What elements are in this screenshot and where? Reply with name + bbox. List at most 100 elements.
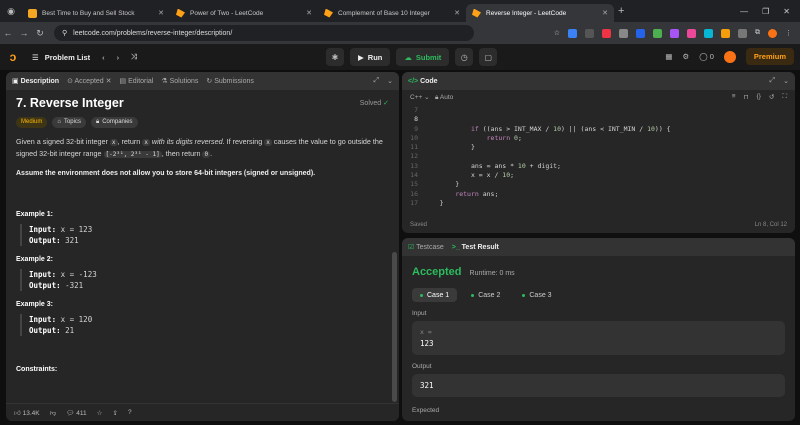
companies-chip[interactable]: 🔒︎ Companies: [90, 117, 138, 128]
code-line[interactable]: return ans;: [424, 190, 671, 199]
reset-icon[interactable]: ↺: [769, 93, 774, 101]
like-button[interactable]: 👍︎ 13.4K: [14, 409, 40, 417]
extension-icon[interactable]: [687, 28, 696, 38]
close-window-icon[interactable]: ✕: [783, 7, 790, 16]
language-selector[interactable]: C++ ⌄ 🔒︎ Auto: [410, 93, 453, 102]
extension-icon[interactable]: [670, 28, 679, 38]
braces-icon[interactable]: {}: [757, 93, 761, 101]
code-line[interactable]: return 0;: [424, 134, 671, 143]
avatar[interactable]: [723, 50, 736, 63]
close-icon[interactable]: ✕: [306, 9, 312, 17]
extension-icon[interactable]: [636, 28, 645, 38]
like-count: 13.4K: [22, 409, 40, 417]
new-tab-icon[interactable]: +: [618, 5, 624, 17]
expand-icon[interactable]: ⤢: [374, 77, 380, 85]
browser-tab-1[interactable]: Best Time to Buy and Sell Stock ✕: [22, 4, 170, 22]
chevron-left-icon[interactable]: ‹: [102, 53, 105, 62]
collapse-icon[interactable]: ⌄: [783, 77, 789, 85]
topics-chip[interactable]: ⌂ Topics: [52, 117, 86, 128]
code-editor[interactable]: 7 8 9 10 11 12 13 14 15 16 17 if ((ans > INT_MAX /…: [402, 104, 795, 208]
extension-icon[interactable]: [704, 28, 713, 38]
language-value: C++: [410, 93, 423, 101]
leetcode-logo-icon[interactable]: ↄ: [0, 44, 26, 70]
browser-menu-icon[interactable]: ⋮: [785, 29, 792, 38]
extensions-puzzle-icon[interactable]: ⧉: [755, 29, 760, 38]
site-info-icon[interactable]: ⚲: [62, 29, 67, 37]
code-line[interactable]: x = x / 10;: [424, 171, 671, 180]
description-scrollbar[interactable]: [392, 252, 397, 402]
tab-submissions[interactable]: ↻ Submissions: [206, 77, 254, 85]
browser-tab-3[interactable]: Complement of Base 10 Integer ✕: [318, 4, 466, 22]
comments-button[interactable]: 💬︎ 411: [66, 409, 86, 417]
tab-code[interactable]: </> Code: [408, 78, 438, 85]
source-code[interactable]: if ((ans > INT_MAX / 10) || (ans < INT_M…: [424, 106, 671, 208]
extension-icon[interactable]: [619, 28, 628, 38]
settings-gear-icon[interactable]: ⚙: [683, 52, 690, 61]
extension-icon[interactable]: [721, 28, 730, 38]
case-tab-3[interactable]: Case 3: [514, 288, 559, 302]
layout-grid-icon[interactable]: ▦: [665, 52, 672, 61]
submit-button[interactable]: ☁ Submit: [396, 48, 450, 66]
case-tab-1[interactable]: Case 1: [412, 288, 458, 302]
code-line[interactable]: if ((ans > INT_MAX / 10) || (ans < INT_M…: [424, 125, 671, 134]
close-icon[interactable]: ✕: [454, 9, 460, 17]
header-right: ▦ ⚙ ◯ 0 Premium: [665, 48, 794, 65]
chevron-right-icon[interactable]: ›: [117, 53, 120, 62]
close-icon[interactable]: ✕: [602, 9, 608, 17]
fullscreen-icon[interactable]: ⛶: [782, 93, 787, 101]
format-icon[interactable]: ≡: [732, 93, 736, 101]
debug-icon[interactable]: ✱: [326, 48, 344, 66]
shuffle-icon[interactable]: ⤨: [131, 52, 137, 62]
tab-title: Best Time to Buy and Sell Stock: [42, 9, 135, 17]
forward-icon[interactable]: →: [16, 28, 32, 38]
difficulty-badge[interactable]: Medium: [16, 117, 48, 128]
checkbox-icon: ☑: [408, 244, 415, 251]
back-icon[interactable]: ←: [0, 28, 16, 38]
coins-count[interactable]: ◯ 0: [699, 52, 714, 61]
browser-tab-2[interactable]: Power of Two - LeetCode ✕: [170, 4, 318, 22]
code-line[interactable]: [424, 115, 671, 124]
timer-icon[interactable]: ◷: [455, 48, 474, 66]
favorite-star-icon[interactable]: ☆: [97, 409, 103, 417]
expand-icon[interactable]: ⤢: [770, 77, 776, 85]
example-2: Input: x = -123 Output: -321: [20, 269, 389, 291]
code-line[interactable]: }: [424, 143, 671, 152]
help-icon[interactable]: ?: [128, 409, 132, 416]
tab-accepted[interactable]: ⊙ Accepted ✕: [67, 77, 111, 85]
tab-test-result[interactable]: >_ Test Result: [452, 244, 499, 251]
run-button[interactable]: ▶ Run: [350, 48, 391, 66]
tab-search-icon[interactable]: ◉: [0, 0, 22, 22]
code-line[interactable]: [424, 106, 671, 115]
minimize-icon[interactable]: —: [740, 7, 748, 16]
example-output: -321: [65, 281, 84, 290]
bookmark-star-icon[interactable]: ☆: [554, 29, 560, 38]
reload-icon[interactable]: ↻: [32, 28, 48, 39]
tab-testcase[interactable]: ☑ Testcase: [408, 243, 444, 251]
case-tab-2[interactable]: Case 2: [463, 288, 508, 302]
bookmark-icon[interactable]: ⊓: [744, 93, 749, 101]
tab-description[interactable]: ▣ Description: [12, 77, 59, 85]
dislike-icon[interactable]: 👎︎: [50, 409, 57, 417]
collapse-icon[interactable]: ⌄: [387, 77, 393, 85]
close-icon[interactable]: ✕: [158, 9, 164, 17]
tab-solutions[interactable]: ⚗ Solutions: [161, 77, 198, 85]
maximize-icon[interactable]: ❐: [762, 7, 769, 16]
code-line[interactable]: ans = ans * 10 + digit;: [424, 162, 671, 171]
extension-icon[interactable]: [653, 28, 662, 38]
problem-list-nav[interactable]: ☰ Problem List ‹ › ⤨: [32, 52, 137, 62]
tab-editorial[interactable]: ▤ Editorial: [120, 77, 154, 85]
url-field[interactable]: ⚲ leetcode.com/problems/reverse-integer/…: [54, 25, 474, 41]
code-line[interactable]: }: [424, 199, 671, 208]
share-icon[interactable]: ⇪: [112, 409, 117, 417]
premium-button[interactable]: Premium: [745, 48, 794, 65]
output-label: Output: [412, 363, 432, 370]
extension-icon[interactable]: [602, 28, 611, 38]
browser-tab-4[interactable]: Reverse Integer - LeetCode ✕: [466, 4, 614, 22]
code-line[interactable]: }: [424, 180, 671, 189]
code-line[interactable]: [424, 152, 671, 161]
avatar[interactable]: [768, 28, 777, 38]
notes-icon[interactable]: ▢: [479, 48, 498, 66]
extension-icon[interactable]: [568, 28, 577, 38]
extension-icon[interactable]: [738, 28, 747, 38]
extension-icon[interactable]: [585, 28, 594, 38]
